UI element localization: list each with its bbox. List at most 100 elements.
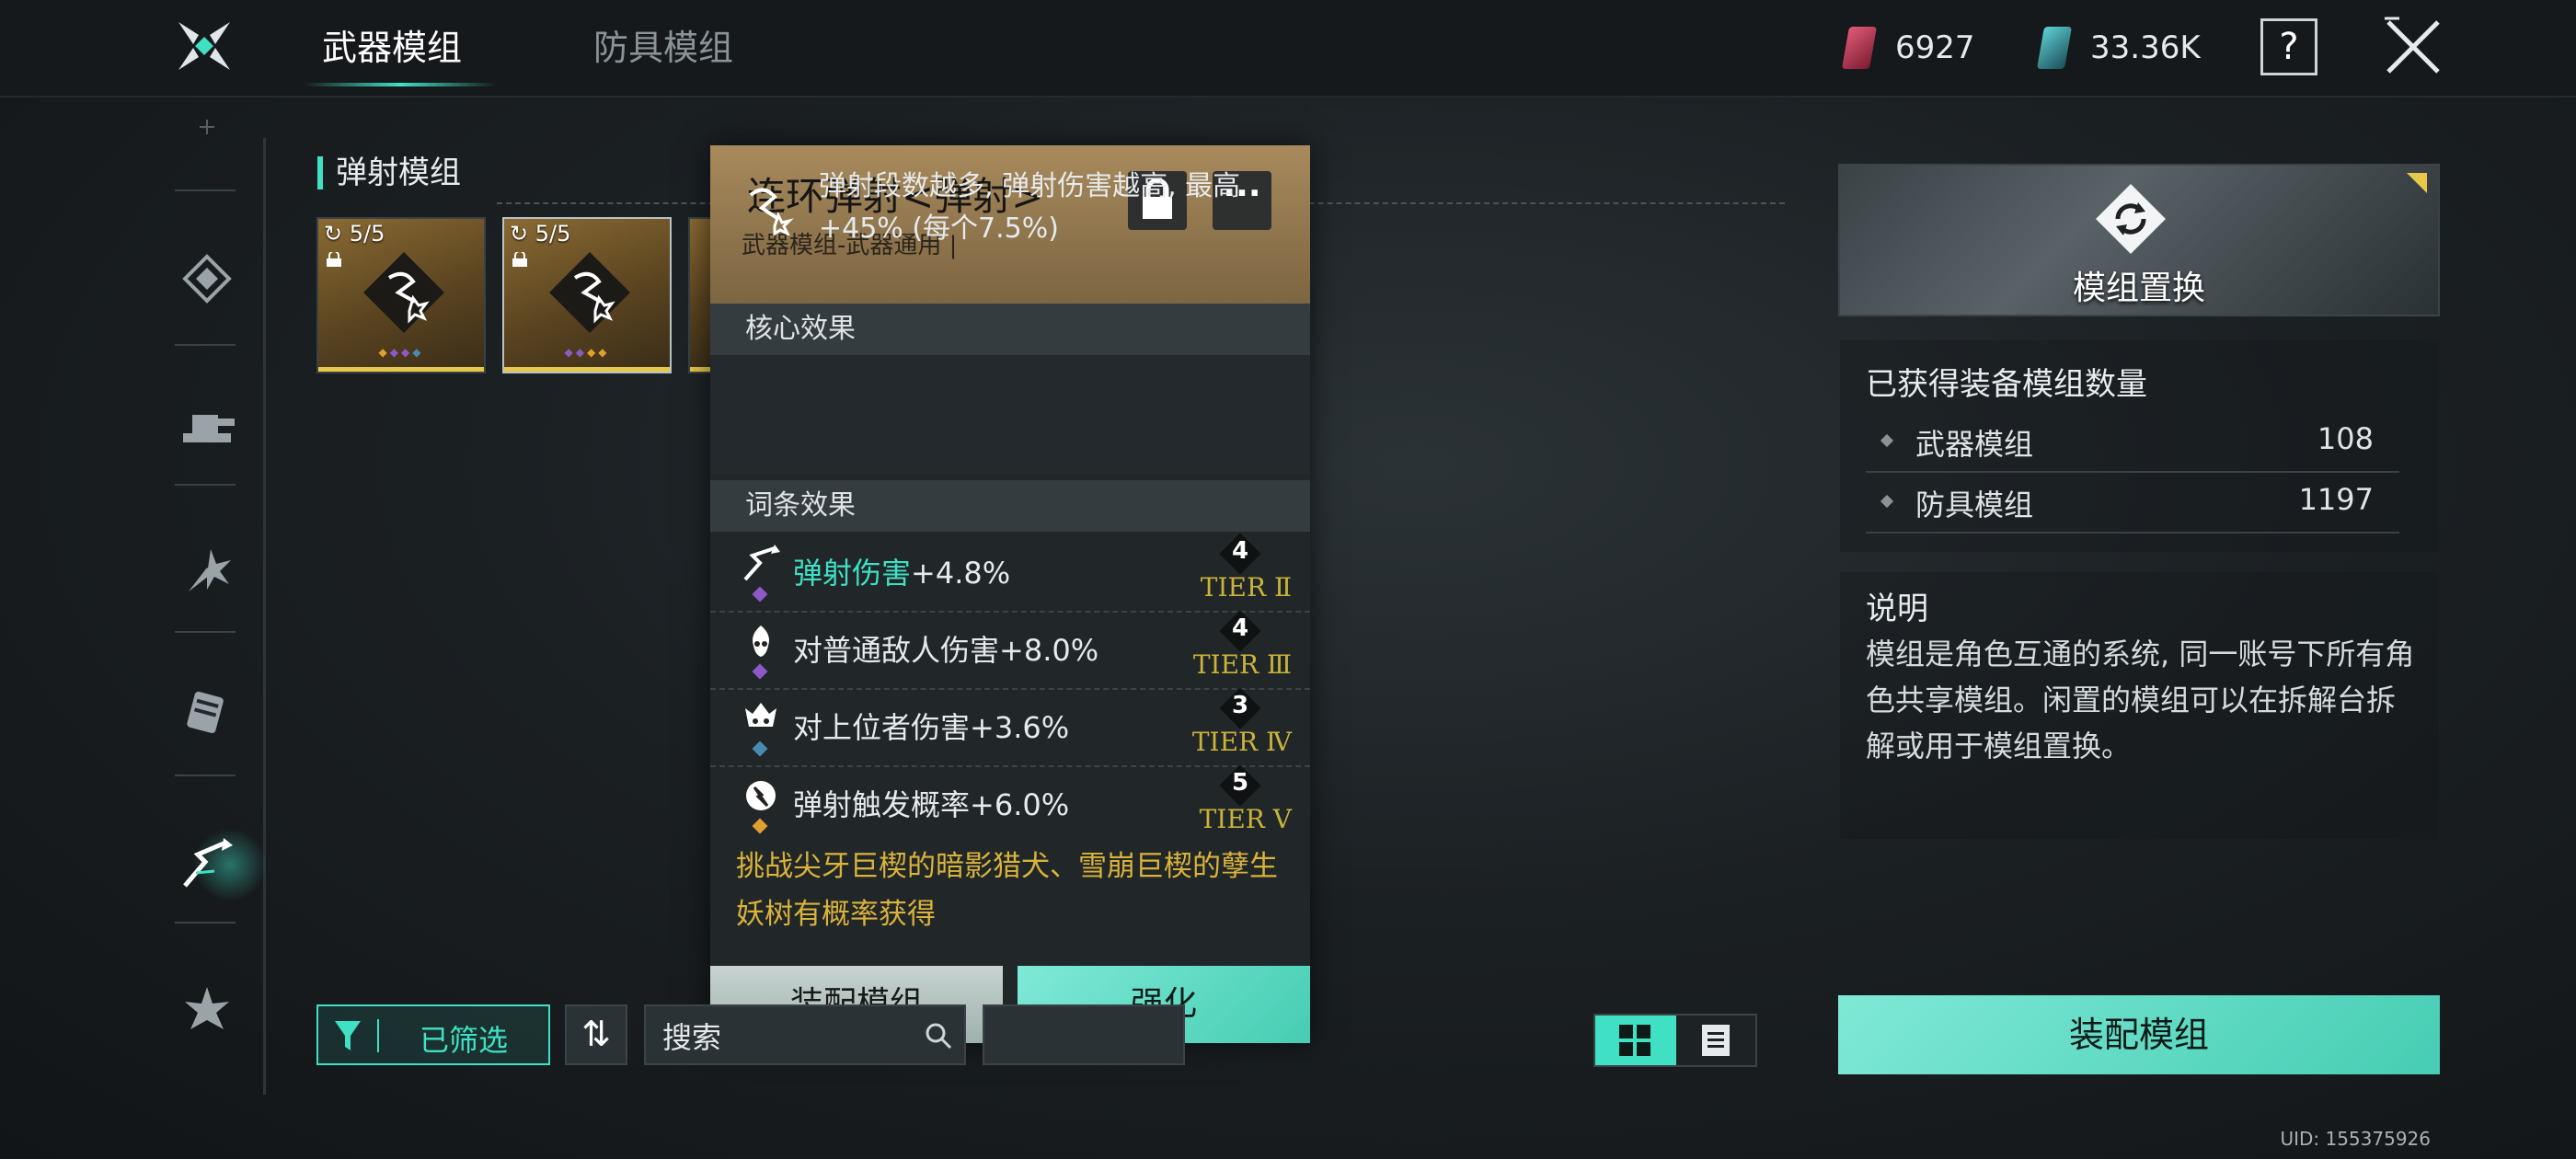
ricochet-damage-icon — [743, 545, 780, 581]
rail-separator — [175, 484, 236, 486]
count-value: 1197 — [2298, 482, 2374, 517]
count-label: 武器模组 — [1915, 427, 2034, 462]
affix-row: 对普通敌人伤害+8.0% 4 TIER Ⅲ — [710, 610, 1310, 690]
module-count-title: 已获得装备模组数量 — [1866, 366, 2147, 403]
red-crystal-icon — [1841, 27, 1878, 69]
affix-gem — [752, 818, 768, 834]
rail-turret-icon[interactable] — [166, 381, 248, 464]
rail-ricochet-icon[interactable] — [166, 822, 248, 905]
card-selected-bar — [318, 367, 484, 372]
rail-separator — [175, 189, 236, 191]
affix-name: 弹射触发概率 — [793, 787, 971, 822]
affix-row: 对上位者伤害+3.6% 3 TIER Ⅳ — [710, 687, 1310, 767]
ricochet-module-icon — [549, 252, 630, 333]
filter-label: 已筛选 — [420, 1023, 509, 1058]
banner-corner-mark — [2407, 173, 2427, 193]
bullet-icon — [1880, 433, 1894, 448]
active-tab-indicator — [304, 83, 497, 86]
bullet-icon — [1880, 494, 1894, 509]
card-gems: ◆◆◆◆ — [564, 346, 610, 359]
affix-tier: TIER Ⅴ — [1199, 804, 1292, 834]
rail-all-modules-icon[interactable] — [166, 237, 248, 320]
card-selected-bar — [504, 367, 670, 372]
affix-header: 词条效果 — [710, 480, 1310, 532]
ricochet-effect-icon — [749, 188, 794, 235]
rail-separator — [175, 631, 236, 633]
description-text: 模组是角色互通的系统, 同一账号下所有角色共享模组。闲置的模组可以在拆解台拆解或… — [1866, 637, 2415, 763]
rail-separator — [175, 922, 236, 924]
grid-view-button[interactable] — [1595, 1016, 1676, 1065]
help-button[interactable]: ? — [2260, 18, 2317, 75]
rail-separator — [175, 775, 236, 776]
equip-module-main-button[interactable]: 装配模组 — [1838, 995, 2440, 1074]
filter-icon — [335, 1021, 361, 1050]
filter-separator — [377, 1019, 379, 1052]
view-toggle[interactable] — [1593, 1014, 1757, 1067]
section-title: 弹射模组 — [317, 156, 461, 189]
card-gems: ◆◆◆◆ — [378, 346, 424, 359]
module-detail-popup: 连环弹射<弹射> 武器模组-武器通用 | ··· 核心效果 弹射段数越多, 弹射… — [710, 145, 1310, 1043]
affix-row: 弹射伤害+4.8% 4 TIER Ⅱ — [710, 533, 1310, 613]
lock-icon — [327, 252, 341, 267]
search-icon[interactable] — [924, 1021, 953, 1050]
list-view-button[interactable] — [1676, 1016, 1755, 1065]
affix-value: +4.8% — [911, 556, 1011, 591]
filter-button[interactable]: 已筛选 — [316, 1004, 550, 1065]
affix-tier: TIER Ⅲ — [1192, 649, 1292, 680]
affix-value: +8.0% — [999, 633, 1099, 668]
currency-red[interactable]: 6927 — [1841, 26, 1975, 70]
affix-level: 3 — [1231, 692, 1249, 719]
affix-level: 4 — [1231, 537, 1249, 565]
description-title: 说明 — [1866, 591, 1928, 627]
rail-separator — [175, 344, 236, 346]
exchange-label: 模组置换 — [2072, 270, 2205, 307]
user-id: UID: 155375926 — [2280, 1128, 2431, 1150]
trigger-rate-icon — [746, 781, 776, 810]
count-value: 108 — [2317, 421, 2374, 456]
affix-level: 4 — [1231, 614, 1249, 642]
affix-tier: TIER Ⅳ — [1191, 727, 1292, 757]
list-view-icon — [1702, 1025, 1730, 1056]
core-effect-text: 弹射段数越多, 弹射伤害越高, 最高+45% (每个7.5%) — [819, 170, 1241, 245]
affix-tier: TIER Ⅱ — [1200, 572, 1292, 602]
count-label: 防具模组 — [1915, 488, 2034, 522]
core-effect-row — [710, 355, 1310, 475]
card-refine-count: ↻ 5/5 — [510, 221, 571, 247]
affix-gem — [752, 740, 768, 757]
exchange-icon — [2096, 184, 2166, 254]
teal-crystal-icon — [2036, 27, 2073, 69]
currency-teal[interactable]: 33.36K — [2036, 26, 2201, 70]
affix-name: 对普通敌人伤害 — [793, 633, 1000, 668]
module-exchange-banner[interactable]: 模组置换 — [1838, 164, 2440, 316]
card-refine-count: ↻ 5/5 — [324, 221, 385, 247]
affix-gem — [752, 663, 768, 680]
sort-button[interactable]: ⇅ — [565, 1004, 627, 1065]
affix-gem — [752, 586, 768, 602]
rail-starburst-icon[interactable] — [166, 968, 248, 1050]
affix-value: +6.0% — [970, 787, 1070, 822]
tab-armor-modules[interactable]: 防具模组 — [593, 0, 733, 96]
lock-icon — [512, 252, 527, 267]
module-card[interactable]: ↻ 5/5 ◆◆◆◆ — [316, 217, 486, 373]
normal-enemy-damage-icon — [753, 625, 769, 657]
search-box[interactable] — [644, 1004, 966, 1065]
rail-plus-icon — [166, 109, 248, 145]
grid-view-icon — [1619, 1025, 1650, 1056]
drop-source-text: 挑战尖牙巨楔的暗影猎犬、雪崩巨楔的孽生妖树有概率获得 — [736, 850, 1278, 931]
secondary-filter-button[interactable] — [983, 1004, 1185, 1065]
count-row-weapon: 武器模组 108 — [1866, 410, 2399, 473]
tab-weapon-modules[interactable]: 武器模组 — [322, 0, 462, 96]
currency-red-value: 6927 — [1895, 29, 1975, 66]
core-effect-header: 核心效果 — [710, 304, 1310, 355]
rail-divider — [263, 138, 266, 1095]
count-row-armor: 防具模组 1197 — [1866, 471, 2399, 534]
affix-row: 弹射触发概率+6.0% 5 TIER Ⅴ — [710, 764, 1310, 843]
affix-name: 弹射伤害 — [793, 556, 912, 591]
superior-damage-icon — [745, 703, 776, 727]
close-icon[interactable] — [2383, 17, 2444, 77]
game-logo-icon — [175, 17, 234, 75]
rail-blast-icon[interactable] — [166, 528, 248, 611]
search-input[interactable] — [661, 1017, 922, 1054]
module-card[interactable]: ↻ 5/5 ◆◆◆◆ — [502, 217, 672, 373]
rail-gauntlet-icon[interactable] — [166, 671, 248, 754]
